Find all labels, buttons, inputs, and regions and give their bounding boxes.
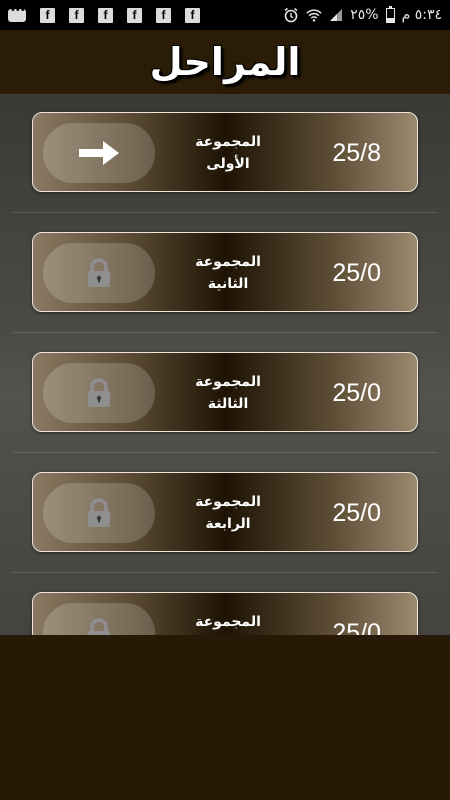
bottom-area xyxy=(0,635,450,800)
facebook-icon: f xyxy=(185,7,200,23)
level-score: 25/0 xyxy=(332,258,381,287)
status-bar: f f f f f f ٢٥% ٥:٣٤ م xyxy=(0,0,450,30)
facebook-icon: f xyxy=(98,7,113,23)
facebook-icon: f xyxy=(127,7,142,23)
divider xyxy=(12,452,438,453)
levels-list[interactable]: المجموعة الأولى 25/8 المجموعة الثانية 25… xyxy=(0,94,450,635)
alarm-icon xyxy=(283,7,299,23)
lock-icon xyxy=(88,378,110,407)
level-score: 25/0 xyxy=(332,618,381,636)
level-name: المجموعة الثانية xyxy=(195,254,261,292)
level-name: المجموعة الرابعة xyxy=(195,494,261,532)
clock: ٥:٣٤ م xyxy=(401,7,442,23)
signal-icon xyxy=(329,8,343,22)
battery-icon xyxy=(385,5,395,23)
message-icon xyxy=(8,5,26,22)
divider xyxy=(12,332,438,333)
facebook-icon: f xyxy=(69,7,84,23)
level-action-pill[interactable] xyxy=(43,123,155,183)
level-card-3[interactable]: المجموعة الثالثة 25/0 xyxy=(32,352,418,432)
lock-icon xyxy=(88,498,110,527)
level-score: 25/0 xyxy=(332,498,381,527)
level-action-pill[interactable] xyxy=(43,363,155,423)
level-name: المجموعة xyxy=(195,614,261,630)
level-card-2[interactable]: المجموعة الثانية 25/0 xyxy=(32,232,418,312)
page-title: المراحل xyxy=(149,40,301,84)
divider xyxy=(12,212,438,213)
level-action-pill[interactable] xyxy=(43,243,155,303)
header: المراحل xyxy=(0,30,450,94)
lock-icon xyxy=(88,258,110,287)
level-name: المجموعة الأولى xyxy=(195,134,261,172)
wifi-icon xyxy=(306,7,322,23)
facebook-icon: f xyxy=(156,7,171,23)
level-card-5[interactable]: المجموعة 25/0 xyxy=(32,592,418,635)
level-score: 25/0 xyxy=(332,378,381,407)
notification-icons: f f f f f f xyxy=(0,5,200,23)
divider xyxy=(12,572,438,573)
system-status: ٢٥% ٥:٣٤ م xyxy=(283,0,442,30)
level-name: المجموعة الثالثة xyxy=(195,374,261,412)
arrow-right-icon xyxy=(79,141,119,165)
level-card-1[interactable]: المجموعة الأولى 25/8 xyxy=(32,112,418,192)
lock-icon xyxy=(88,618,110,635)
level-action-pill[interactable] xyxy=(43,483,155,543)
facebook-icon: f xyxy=(40,7,55,23)
level-action-pill[interactable] xyxy=(43,603,155,635)
level-score: 25/8 xyxy=(332,138,381,167)
level-card-4[interactable]: المجموعة الرابعة 25/0 xyxy=(32,472,418,552)
battery-percent: ٢٥% xyxy=(350,7,379,23)
